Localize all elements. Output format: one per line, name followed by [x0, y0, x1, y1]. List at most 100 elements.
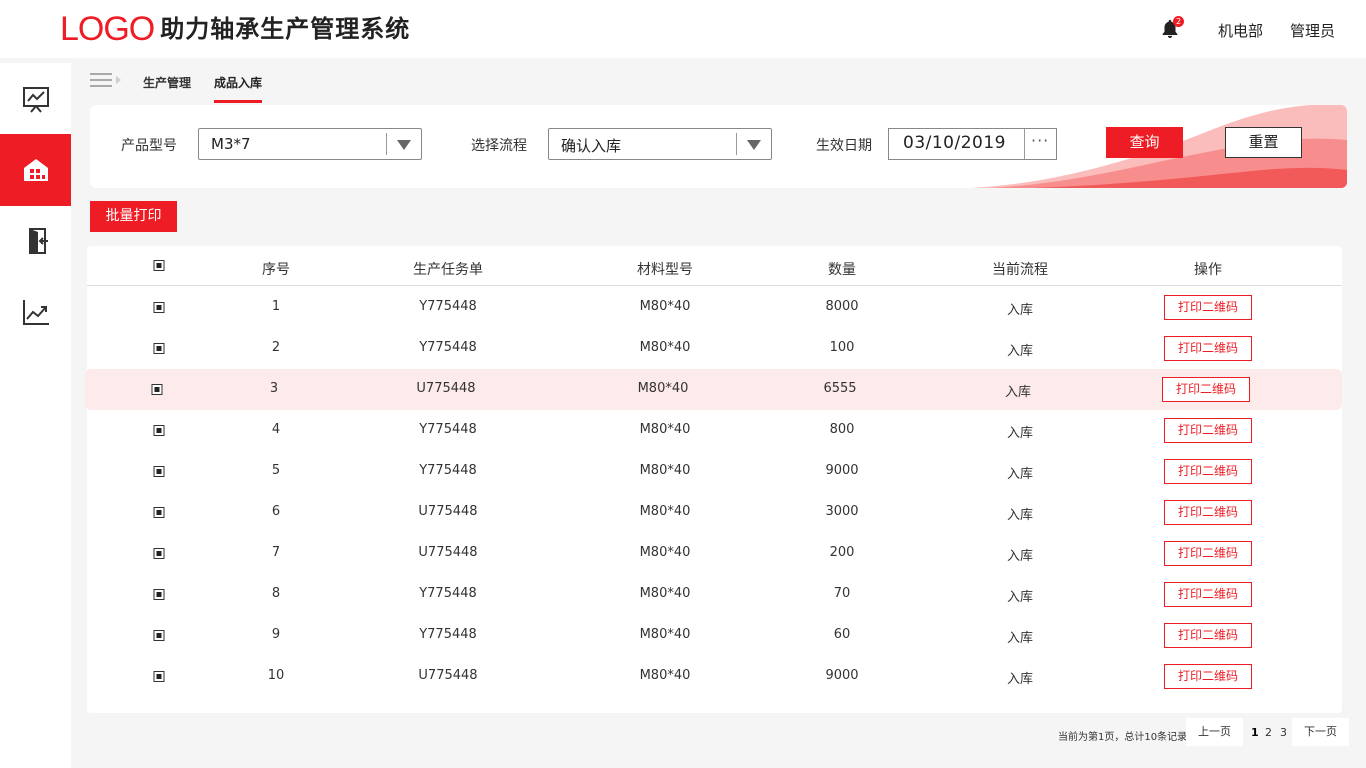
cell-task: Y775448 [419, 463, 477, 478]
page-1-link[interactable]: 1 [1251, 726, 1259, 739]
sidebar-item-dashboard[interactable] [0, 63, 71, 135]
notification-badge: 2 [1173, 16, 1184, 27]
print-qr-button[interactable]: 打印二维码 [1164, 459, 1252, 484]
table-row[interactable]: 4 Y775448 M80*40 800 入库 打印二维码 [87, 410, 1342, 451]
row-checkbox[interactable] [153, 671, 165, 682]
cell-no: 9 [271, 627, 281, 642]
batch-print-button[interactable]: 批量打印 [90, 201, 177, 232]
query-button[interactable]: 查询 [1106, 127, 1183, 158]
data-table: 序号 生产任务单 材料型号 数量 当前流程 操作 1 Y775448 M80*40 8… [85, 246, 1342, 713]
cell-task: U775448 [418, 545, 478, 560]
print-qr-button[interactable]: 打印二维码 [1164, 582, 1252, 607]
date-label: 生效日期 [816, 138, 872, 154]
table-row[interactable]: 10 U775448 M80*40 9000 入库 打印二维码 [87, 656, 1342, 697]
row-checkbox[interactable] [153, 425, 165, 436]
row-checkbox[interactable] [153, 466, 165, 477]
page-2-link[interactable]: 2 [1265, 726, 1272, 739]
cell-material: M80*40 [639, 545, 691, 560]
table-row[interactable]: 6 U775448 M80*40 3000 入库 打印二维码 [87, 492, 1342, 533]
select-all-checkbox[interactable] [153, 260, 165, 271]
select-divider [386, 133, 387, 155]
col-header-process: 当前流程 [992, 262, 1048, 278]
table-row[interactable]: 3 U775448 M80*40 6555 入库 打印二维码 [85, 369, 1342, 410]
cell-no: 5 [271, 463, 281, 478]
sidebar [0, 63, 71, 768]
product-model-select[interactable]: M3*7 [198, 128, 422, 160]
row-checkbox[interactable] [153, 589, 165, 600]
row-checkbox[interactable] [153, 343, 165, 354]
cell-process: 入库 [1006, 549, 1034, 564]
reset-button[interactable]: 重置 [1225, 127, 1302, 158]
cell-material: M80*40 [639, 463, 691, 478]
breadcrumb-current: 成品入库 [214, 76, 263, 90]
cell-process: 入库 [1006, 672, 1034, 687]
warehouse-icon [23, 159, 48, 181]
cell-no: 3 [269, 381, 279, 396]
filter-panel: 产品型号 M3*7 选择流程 确认入库 生效日期 03/10/2019 ··· … [90, 105, 1347, 188]
print-qr-button[interactable]: 打印二维码 [1164, 541, 1252, 566]
row-checkbox[interactable] [153, 630, 165, 641]
print-qr-button[interactable]: 打印二维码 [1164, 664, 1252, 689]
table-row[interactable]: 2 Y775448 M80*40 100 入库 打印二维码 [87, 328, 1342, 369]
date-value: 03/10/2019 [903, 133, 1006, 153]
process-value: 确认入库 [561, 137, 622, 155]
cell-qty: 9000 [825, 668, 859, 683]
cell-process: 入库 [1006, 508, 1034, 523]
print-qr-button[interactable]: 打印二维码 [1164, 418, 1252, 443]
cell-task: Y775448 [419, 422, 477, 437]
cell-process: 入库 [1006, 631, 1034, 646]
user-menu[interactable]: 管理员 [1290, 20, 1335, 41]
cell-task: U775448 [418, 668, 478, 683]
date-picker-icon[interactable]: ··· [1031, 131, 1049, 150]
cell-task: U775448 [416, 381, 476, 396]
sidebar-item-warehouse[interactable] [0, 134, 71, 206]
print-qr-button[interactable]: 打印二维码 [1164, 500, 1252, 525]
cell-qty: 3000 [825, 504, 859, 519]
row-checkbox[interactable] [151, 384, 163, 395]
process-label: 选择流程 [471, 138, 527, 154]
print-qr-button[interactable]: 打印二维码 [1164, 295, 1252, 320]
row-checkbox[interactable] [153, 507, 165, 518]
col-header-material: 材料型号 [637, 262, 693, 278]
table-row[interactable]: 8 Y775448 M80*40 70 入库 打印二维码 [87, 574, 1342, 615]
row-checkbox[interactable] [153, 548, 165, 559]
date-field[interactable]: 03/10/2019 ··· [888, 128, 1057, 160]
cell-qty: 9000 [825, 463, 859, 478]
cell-qty: 800 [829, 422, 855, 437]
cell-qty: 60 [833, 627, 851, 642]
col-header-qty: 数量 [828, 262, 856, 278]
breadcrumb-parent[interactable]: 生产管理 [143, 74, 191, 91]
date-divider [1024, 129, 1025, 159]
print-qr-button[interactable]: 打印二维码 [1164, 336, 1252, 361]
cell-no: 1 [271, 299, 281, 314]
logo-mark: LOGO [60, 10, 155, 48]
sidebar-item-statistics[interactable] [0, 276, 71, 348]
top-header: LOGO 助力轴承生产管理系统 2 机电部 管理员 [0, 0, 1366, 58]
prev-page-button[interactable]: 上一页 [1186, 718, 1243, 746]
exit-door-icon [28, 228, 48, 254]
cell-material: M80*40 [639, 668, 691, 683]
row-checkbox[interactable] [153, 302, 165, 313]
next-page-button[interactable]: 下一页 [1292, 718, 1349, 746]
product-model-label: 产品型号 [121, 138, 177, 154]
table-row[interactable]: 9 Y775448 M80*40 60 入库 打印二维码 [87, 615, 1342, 656]
col-header-no: 序号 [262, 262, 290, 278]
table-row[interactable]: 1 Y775448 M80*40 8000 入库 打印二维码 [87, 287, 1342, 328]
cell-process: 入库 [1006, 467, 1034, 482]
table-row[interactable]: 5 Y775448 M80*40 9000 入库 打印二维码 [87, 451, 1342, 492]
cell-material: M80*40 [639, 299, 691, 314]
cell-material: M80*40 [639, 422, 691, 437]
menu-toggle-icon[interactable] [90, 72, 122, 88]
print-qr-button[interactable]: 打印二维码 [1162, 377, 1250, 402]
presentation-chart-icon [22, 87, 49, 113]
chevron-down-icon [397, 140, 411, 150]
department-link[interactable]: 机电部 [1218, 20, 1263, 41]
sidebar-item-outbound[interactable] [0, 205, 71, 277]
print-qr-button[interactable]: 打印二维码 [1164, 623, 1252, 648]
table-row[interactable]: 7 U775448 M80*40 200 入库 打印二维码 [87, 533, 1342, 574]
process-select[interactable]: 确认入库 [548, 128, 772, 160]
page-3-link[interactable]: 3 [1280, 726, 1287, 739]
cell-task: Y775448 [419, 627, 477, 642]
logo: LOGO 助力轴承生产管理系统 [60, 9, 410, 49]
cell-no: 4 [271, 422, 281, 437]
